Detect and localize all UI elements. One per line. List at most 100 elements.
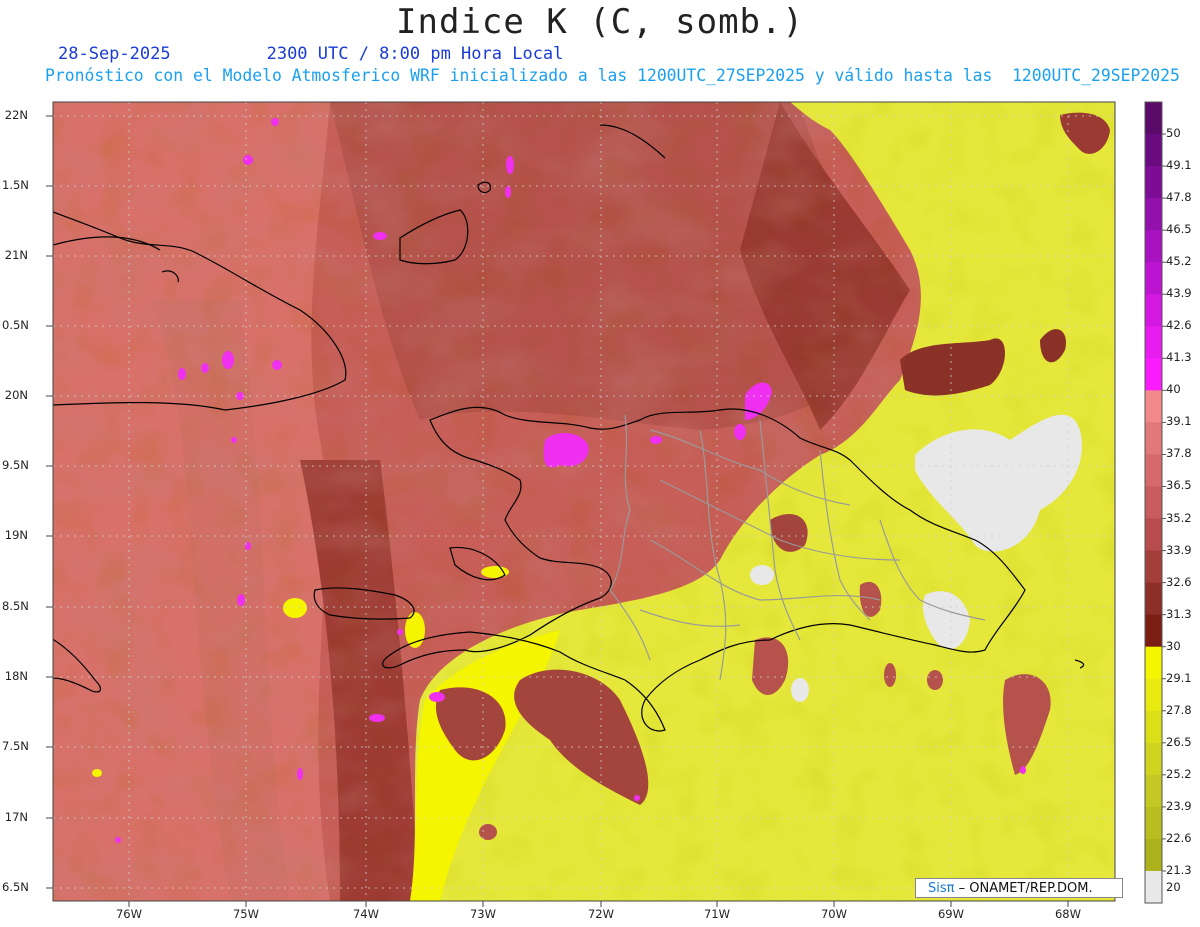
lon-label-2: 74W	[352, 907, 379, 921]
lat-label-7: 8.5N	[2, 599, 29, 613]
colorbar-label-8: 40	[1166, 382, 1181, 397]
colorbar-swatch-8	[1145, 358, 1162, 391]
colorbar-swatch-9	[1145, 390, 1162, 423]
logo-text: – ONAMET/REP.DOM.	[958, 881, 1093, 896]
colorbar-label-17: 29.1	[1166, 670, 1192, 685]
colorbar-label-15: 31.3	[1166, 606, 1192, 621]
colorbar-label-6: 42.6	[1166, 318, 1192, 333]
gray-patch-4	[791, 678, 809, 702]
colorbar-swatch-13	[1145, 518, 1162, 552]
lat-label-8: 18N	[4, 669, 28, 683]
colorbar-swatch-1	[1145, 134, 1162, 167]
colorbar-label-11: 36.5	[1166, 478, 1192, 493]
lon-label-6: 70W	[820, 907, 847, 921]
dark-patch-12	[927, 670, 943, 690]
colorbar-swatch-16	[1145, 614, 1162, 648]
magenta-spot-6	[373, 232, 387, 240]
colorbar-label-23: 21.3	[1166, 862, 1192, 877]
lat-label-4: 20N	[4, 388, 28, 402]
colorbar-swatch-11	[1145, 454, 1162, 487]
lon-label-1: 75W	[232, 907, 259, 921]
magenta-spot-17	[369, 714, 385, 722]
magenta-spot-18	[429, 692, 445, 702]
magenta-spot-14	[231, 437, 237, 443]
lat-label-5: 9.5N	[2, 458, 29, 472]
colorbar-label-19: 26.5	[1166, 734, 1192, 749]
magenta-spot-8	[243, 155, 253, 165]
magenta-spot-22	[397, 629, 403, 635]
colorbar-label-18: 27.8	[1166, 702, 1192, 717]
colorbar-swatch-6	[1145, 294, 1162, 327]
lat-label-0: 22N	[4, 108, 28, 122]
colorbar-label-20: 25.2	[1166, 766, 1192, 781]
colorbar	[1145, 102, 1166, 904]
colorbar-swatch-23	[1145, 838, 1162, 872]
yellow-spot-2	[481, 566, 509, 578]
colorbar-swatch-20	[1145, 742, 1162, 776]
colorbar-label-2: 47.8	[1166, 190, 1192, 205]
lat-label-10: 17N	[4, 810, 28, 824]
magenta-spot-11	[178, 368, 186, 380]
magenta-spot-9	[222, 351, 234, 369]
magenta-spot-3	[734, 424, 746, 440]
colorbar-label-3: 46.5	[1166, 222, 1192, 237]
magenta-spot-7	[271, 118, 279, 126]
colorbar-label-12: 35.2	[1166, 510, 1192, 525]
gray-patch-3	[750, 565, 774, 585]
colorbar-label-10: 37.8	[1166, 446, 1192, 461]
lat-label-3: 0.5N	[2, 318, 29, 332]
colorbar-swatch-7	[1145, 326, 1162, 359]
lon-label-8: 68W	[1054, 907, 1081, 921]
lon-label-7: 69W	[937, 907, 964, 921]
colorbar-label-14: 32.6	[1166, 574, 1192, 589]
colorbar-swatch-0	[1145, 102, 1162, 135]
colorbar-label-0: 50	[1166, 126, 1181, 141]
colorbar-label-24: 20	[1166, 879, 1181, 894]
lat-label-11: 6.5N	[2, 880, 29, 894]
magenta-spot-24	[634, 795, 640, 801]
colorbar-label-5: 43.9	[1166, 286, 1192, 301]
colorbar-label-13: 33.9	[1166, 542, 1192, 557]
colorbar-swatch-21	[1145, 774, 1162, 808]
lon-label-3: 73W	[469, 907, 496, 921]
dark-patch-11	[884, 663, 896, 687]
colorbar-swatch-2	[1145, 166, 1162, 199]
field-layer	[53, 102, 1115, 901]
lon-label-5: 71W	[703, 907, 730, 921]
yellow-spot-1	[283, 598, 307, 618]
colorbar-label-4: 45.2	[1166, 254, 1192, 269]
lat-label-1: 1.5N	[2, 178, 29, 192]
yellow-spot-4	[92, 769, 102, 777]
onamet-logo: Sisπ – ONAMET/REP.DOM.	[915, 878, 1123, 898]
colorbar-swatch-10	[1145, 422, 1162, 455]
lat-label-2: 21N	[4, 248, 28, 262]
logo-brand: Sisπ	[928, 881, 955, 896]
colorbar-swatch-3	[1145, 198, 1162, 231]
lat-label-6: 19N	[4, 528, 28, 542]
lon-label-0: 76W	[115, 907, 142, 921]
colorbar-label-21: 23.9	[1166, 798, 1192, 813]
colorbar-label-9: 39.1	[1166, 414, 1192, 429]
dark-patch-10	[479, 824, 497, 840]
colorbar-label-7: 41.3	[1166, 350, 1192, 365]
colorbar-swatch-24	[1145, 870, 1162, 904]
colorbar-swatch-17	[1145, 646, 1162, 680]
colorbar-label-16: 30	[1166, 638, 1181, 653]
magenta-spot-5	[505, 186, 511, 198]
lon-label-4: 72W	[587, 907, 614, 921]
colorbar-label-1: 49.1	[1166, 158, 1192, 173]
magenta-spot-13	[272, 360, 282, 370]
magenta-spot-19	[297, 768, 303, 780]
colorbar-swatch-4	[1145, 230, 1162, 263]
colorbar-swatch-15	[1145, 582, 1162, 616]
magenta-spot-23	[1020, 766, 1026, 774]
colorbar-swatch-14	[1145, 550, 1162, 584]
magenta-spot-10	[201, 363, 209, 373]
colorbar-swatch-19	[1145, 710, 1162, 744]
magenta-spot-20	[650, 436, 662, 444]
colorbar-swatch-22	[1145, 806, 1162, 840]
magenta-spot-15	[237, 594, 245, 606]
lat-label-9: 7.5N	[2, 739, 29, 753]
colorbar-swatch-18	[1145, 678, 1162, 712]
magenta-spot-21	[115, 837, 121, 843]
